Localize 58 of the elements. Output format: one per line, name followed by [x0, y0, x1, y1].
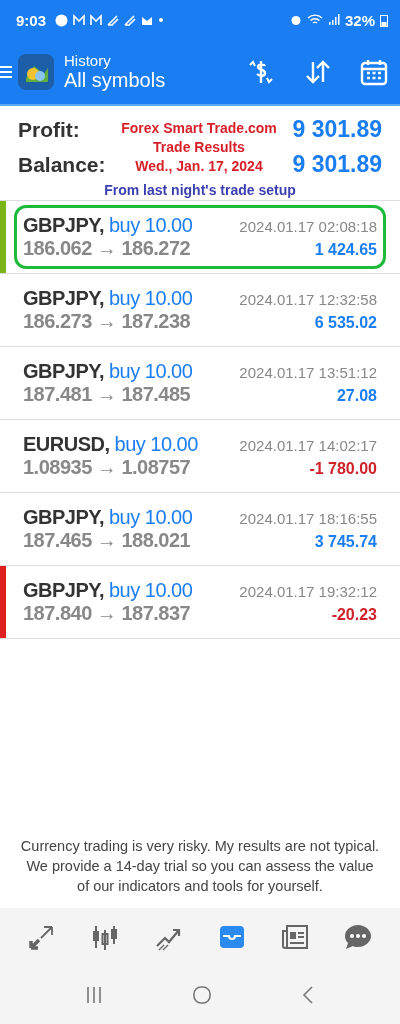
trade-side: buy 10.00	[114, 433, 198, 456]
home-button[interactable]	[192, 985, 212, 1005]
trade-symbol: GBPJPY,	[23, 506, 104, 529]
annotation-text: Forex Smart Trade.com	[121, 118, 277, 138]
trade-symbol: GBPJPY,	[23, 360, 104, 383]
trade-side: buy 10.00	[109, 287, 193, 310]
trade-side: buy 10.00	[109, 579, 193, 602]
signal-icon	[327, 14, 340, 26]
trade-time: 2024.01.17 14:02:17	[239, 437, 377, 454]
screen-title: History	[64, 52, 112, 69]
balance-value: 9 301.89	[292, 151, 382, 178]
back-button[interactable]	[301, 985, 316, 1005]
trade-prices: 1.08935 → 1.08757	[23, 456, 191, 479]
trade-symbol: GBPJPY,	[23, 214, 104, 237]
recent-apps-button[interactable]	[84, 985, 103, 1005]
trade-symbol: EURUSD,	[23, 433, 110, 456]
more-notifications-icon	[158, 17, 165, 23]
trade-result: 1 424.65	[314, 241, 377, 259]
annotation-note: From last night's trade setup	[104, 182, 296, 198]
status-time: 9:03	[16, 11, 47, 29]
trade-time: 2024.01.17 02:08:18	[239, 218, 377, 235]
news-tab-icon[interactable]	[279, 922, 310, 952]
profit-label: Profit:	[18, 117, 81, 142]
trade-result: 6 535.02	[314, 314, 377, 332]
trade-result: 27.08	[336, 387, 377, 405]
symbol-filter[interactable]: All symbols	[64, 69, 230, 92]
disclaimer-text: Currency trading is very risky. My results are not typical. We provide a 14-day trial so you can assess the value of our indicators and tools for yourself.	[19, 837, 381, 896]
trade-time: 2024.01.17 12:32:58	[239, 291, 377, 308]
app-logo-icon	[18, 54, 54, 90]
trade-prices: 186.062 → 186.272	[23, 237, 191, 260]
annotation-text: Trade Results	[153, 137, 245, 157]
trade-result: -20.23	[331, 606, 377, 624]
balance-label: Balance:	[18, 152, 106, 177]
profit-value: 9 301.89	[292, 116, 382, 143]
trade-prices: 187.465 → 188.021	[23, 529, 191, 552]
trade-symbol: GBPJPY,	[23, 579, 104, 602]
mail-icon	[73, 14, 86, 26]
trade-side: buy 10.00	[109, 214, 193, 237]
sort-icon[interactable]	[304, 58, 332, 86]
calendar-icon[interactable]	[360, 58, 388, 86]
trade-time: 2024.01.17 13:51:12	[239, 364, 377, 381]
trade-result: -1 780.00	[309, 460, 377, 478]
trade-prices: 187.840 → 187.837	[23, 602, 191, 625]
trade-time: 2024.01.17 19:32:12	[239, 583, 377, 600]
trade-result: 3 745.74	[314, 533, 377, 551]
wifi-icon	[306, 14, 323, 26]
annotation-text: Wed., Jan. 17, 2024	[135, 156, 263, 176]
battery-icon	[380, 13, 388, 27]
trade-prices: 186.273 → 187.238	[23, 310, 191, 333]
envelope-icon	[141, 15, 154, 25]
mail-icon	[90, 14, 103, 26]
chat-tab-icon[interactable]	[343, 922, 374, 952]
trade-side: buy 10.00	[109, 360, 193, 383]
trade-side: buy 10.00	[109, 506, 193, 529]
trade-time: 2024.01.17 18:16:55	[239, 510, 377, 527]
trade-symbol: GBPJPY,	[23, 287, 104, 310]
battery-percent: 32%	[344, 11, 375, 29]
trade-prices: 187.481 → 187.485	[23, 383, 191, 406]
